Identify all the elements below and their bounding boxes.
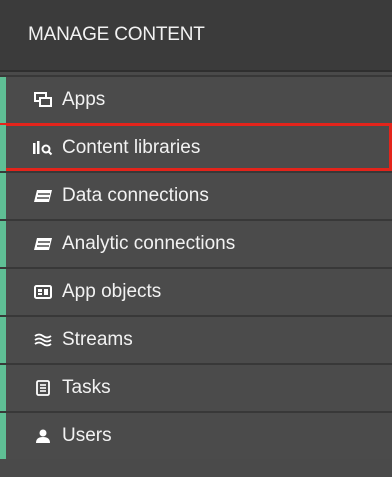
streams-icon [32,329,54,351]
menu-item-label: Apps [62,89,106,110]
menu-item-users[interactable]: Users [0,411,392,459]
menu-item-analytic-connections[interactable]: Analytic connections [0,219,392,267]
menu-item-content-libraries[interactable]: Content libraries [0,123,392,171]
analytic-connections-icon [32,233,54,255]
section-header: MANAGE CONTENT [0,0,392,72]
menu-item-label: Streams [62,329,133,350]
app-objects-icon [32,281,54,303]
data-connections-icon [32,185,54,207]
manage-content-menu: Apps Content libraries Data connections … [0,75,392,459]
menu-item-tasks[interactable]: Tasks [0,363,392,411]
menu-item-streams[interactable]: Streams [0,315,392,363]
apps-icon [32,89,54,111]
menu-item-data-connections[interactable]: Data connections [0,171,392,219]
menu-item-label: Users [62,425,112,446]
section-title: MANAGE CONTENT [28,24,205,45]
tasks-icon [32,377,54,399]
menu-item-label: Analytic connections [62,233,236,254]
users-icon [32,425,54,447]
menu-item-label: Content libraries [62,137,201,158]
menu-item-label: Tasks [62,377,111,398]
menu-item-apps[interactable]: Apps [0,75,392,123]
manage-content-panel: MANAGE CONTENT Apps Content libraries Da… [0,0,392,477]
content-libraries-icon [32,137,54,159]
menu-item-label: Data connections [62,185,209,206]
menu-item-app-objects[interactable]: App objects [0,267,392,315]
menu-item-label: App objects [62,281,162,302]
